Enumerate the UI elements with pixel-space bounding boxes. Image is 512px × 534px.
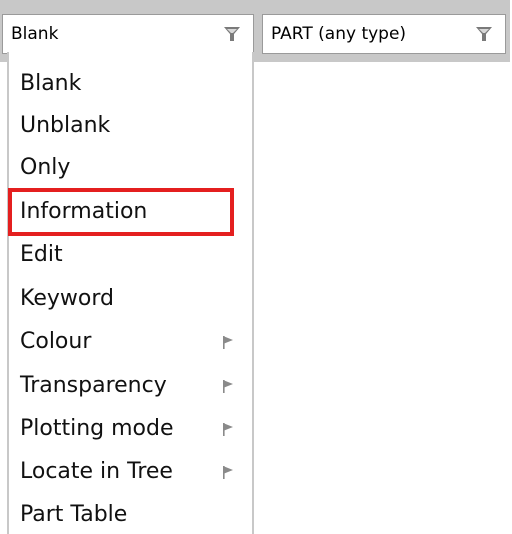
menu-item-keyword[interactable]: Keyword xyxy=(9,277,252,320)
menu-item-label: Locate in Tree xyxy=(20,459,173,484)
menu-item-label: Transparency xyxy=(20,373,167,398)
menu-item-label: Plotting mode xyxy=(20,416,174,441)
submenu-arrow-icon xyxy=(223,422,233,436)
menu-item-part-table[interactable]: Part Table xyxy=(9,493,252,534)
menu-item-information[interactable]: Information xyxy=(9,190,252,233)
context-menu: Blank Unblank Only Information Edit Keyw… xyxy=(7,52,254,534)
menu-item-label: Unblank xyxy=(20,113,111,138)
menu-item-colour[interactable]: Colour xyxy=(9,320,252,363)
entity-type-value: PART (any type) xyxy=(271,24,407,44)
menu-item-label: Edit xyxy=(20,242,63,267)
filter-icon[interactable] xyxy=(471,21,497,47)
submenu-arrow-icon xyxy=(223,379,233,393)
menu-item-plotting-mode[interactable]: Plotting mode xyxy=(9,407,252,450)
filter-icon[interactable] xyxy=(219,21,245,47)
menu-item-label: Only xyxy=(20,155,71,180)
menu-item-label: Part Table xyxy=(20,502,128,527)
menu-item-edit[interactable]: Edit xyxy=(9,233,252,276)
menu-item-blank[interactable]: Blank xyxy=(9,62,252,105)
menu-item-only[interactable]: Only xyxy=(9,146,252,189)
menu-item-label: Information xyxy=(20,199,148,224)
menu-item-transparency[interactable]: Transparency xyxy=(9,364,252,407)
app-window: Blank PART (any type) Blank Unblank Only xyxy=(0,0,512,534)
menu-item-unblank[interactable]: Unblank xyxy=(9,104,252,147)
menu-item-label: Keyword xyxy=(20,286,114,311)
visibility-filter-value: Blank xyxy=(11,24,59,44)
submenu-arrow-icon xyxy=(223,335,233,349)
entity-type-dropdown[interactable]: PART (any type) xyxy=(262,14,506,54)
menu-item-locate-in-tree[interactable]: Locate in Tree xyxy=(9,450,252,493)
menu-item-label: Blank xyxy=(20,71,82,96)
menu-item-label: Colour xyxy=(20,329,92,354)
submenu-arrow-icon xyxy=(223,465,233,479)
visibility-filter-dropdown[interactable]: Blank xyxy=(2,14,254,54)
